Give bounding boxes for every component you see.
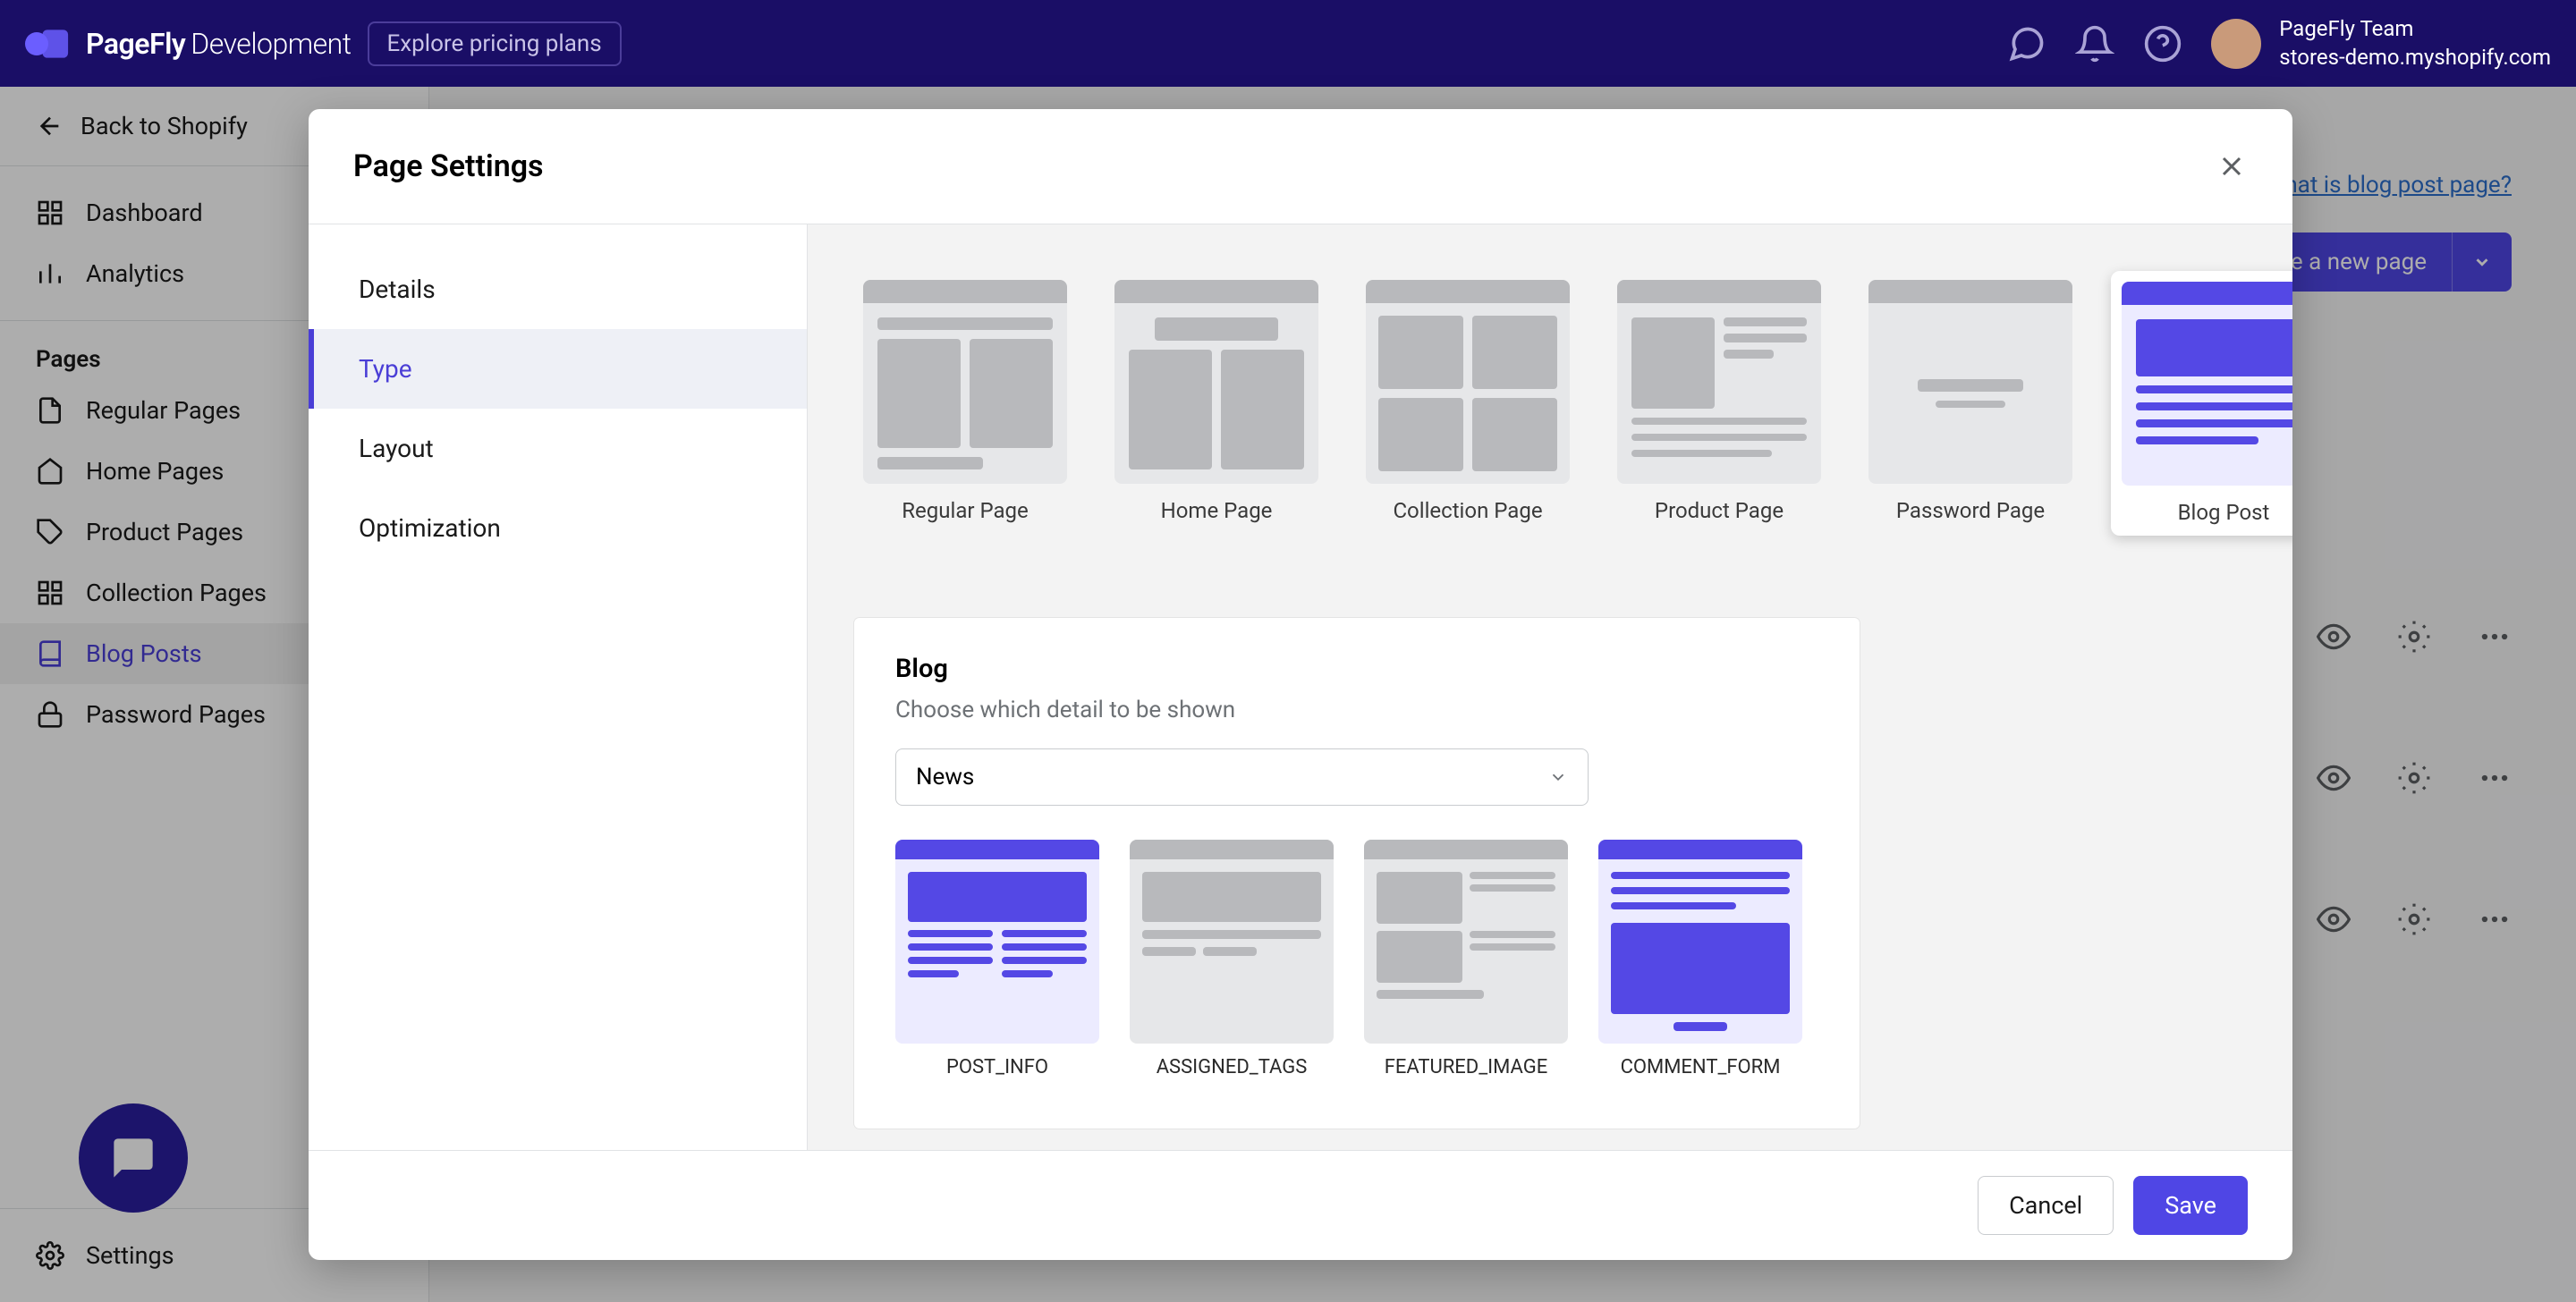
blog-detail-panel: Blog Choose which detail to be shown New… [854, 618, 1860, 1129]
type-collection-page[interactable]: Collection Page [1357, 271, 1579, 536]
close-icon[interactable] [2216, 150, 2248, 182]
type-password-page[interactable]: Password Page [1860, 271, 2081, 536]
cancel-button[interactable]: Cancel [1978, 1176, 2114, 1235]
detail-subtitle: Choose which detail to be shown [895, 697, 1818, 723]
help-icon[interactable] [2143, 24, 2182, 63]
brand-text: PageFlyDevelopment [86, 27, 352, 61]
explore-pricing-button[interactable]: Explore pricing plans [368, 21, 622, 66]
detail-label: ASSIGNED_TAGS [1157, 1056, 1308, 1078]
tab-type[interactable]: Type [309, 329, 807, 409]
detail-featured-image[interactable]: FEATURED_IMAGE [1364, 840, 1568, 1078]
type-label: Regular Page [902, 498, 1028, 523]
user-menu[interactable]: PageFly Team stores-demo.myshopify.com [2211, 15, 2551, 71]
chevron-down-icon [1548, 767, 1568, 787]
modal-sidebar: Details Type Layout Optimization [309, 224, 808, 1150]
page-type-row: Regular Page Home Page Collection Page P… [854, 271, 2292, 536]
type-product-page[interactable]: Product Page [1608, 271, 1830, 536]
detail-comment-form[interactable]: COMMENT_FORM [1598, 840, 1802, 1078]
detail-title: Blog [895, 654, 1818, 684]
tab-details[interactable]: Details [309, 249, 807, 329]
user-name: PageFly Team [2279, 15, 2551, 43]
modal-footer: Cancel Save [309, 1150, 2292, 1260]
tab-layout[interactable]: Layout [309, 409, 807, 488]
modal-title: Page Settings [353, 148, 544, 184]
detail-label: COMMENT_FORM [1621, 1056, 1781, 1078]
user-store: stores-demo.myshopify.com [2279, 44, 2551, 72]
type-label: Blog Post [2178, 500, 2270, 525]
pagefly-logo-icon [25, 21, 72, 67]
bell-icon[interactable] [2075, 24, 2114, 63]
tab-optimization[interactable]: Optimization [309, 488, 807, 568]
detail-label: POST_INFO [946, 1056, 1048, 1078]
type-label: Product Page [1655, 498, 1784, 523]
type-label: Home Page [1161, 498, 1273, 523]
modal-header: Page Settings [309, 109, 2292, 224]
topbar: PageFlyDevelopment Explore pricing plans… [0, 0, 2576, 87]
type-regular-page[interactable]: Regular Page [854, 271, 1076, 536]
avatar [2211, 19, 2261, 69]
detail-label: FEATURED_IMAGE [1385, 1056, 1548, 1078]
page-settings-modal: Page Settings Details Type Layout Optimi… [309, 109, 2292, 1260]
detail-post-info[interactable]: POST_INFO [895, 840, 1099, 1078]
chat-icon[interactable] [2007, 24, 2046, 63]
type-home-page[interactable]: Home Page [1106, 271, 1327, 536]
select-value: News [916, 764, 974, 790]
modal-content: Regular Page Home Page Collection Page P… [808, 224, 2292, 1150]
type-blog-post[interactable]: Blog Post [2111, 271, 2292, 536]
detail-select[interactable]: News [895, 748, 1589, 806]
type-label: Collection Page [1393, 498, 1542, 523]
save-button[interactable]: Save [2133, 1176, 2248, 1235]
type-label: Password Page [1896, 498, 2045, 523]
brand-logo[interactable]: PageFlyDevelopment [25, 21, 352, 67]
detail-assigned-tags[interactable]: ASSIGNED_TAGS [1130, 840, 1334, 1078]
